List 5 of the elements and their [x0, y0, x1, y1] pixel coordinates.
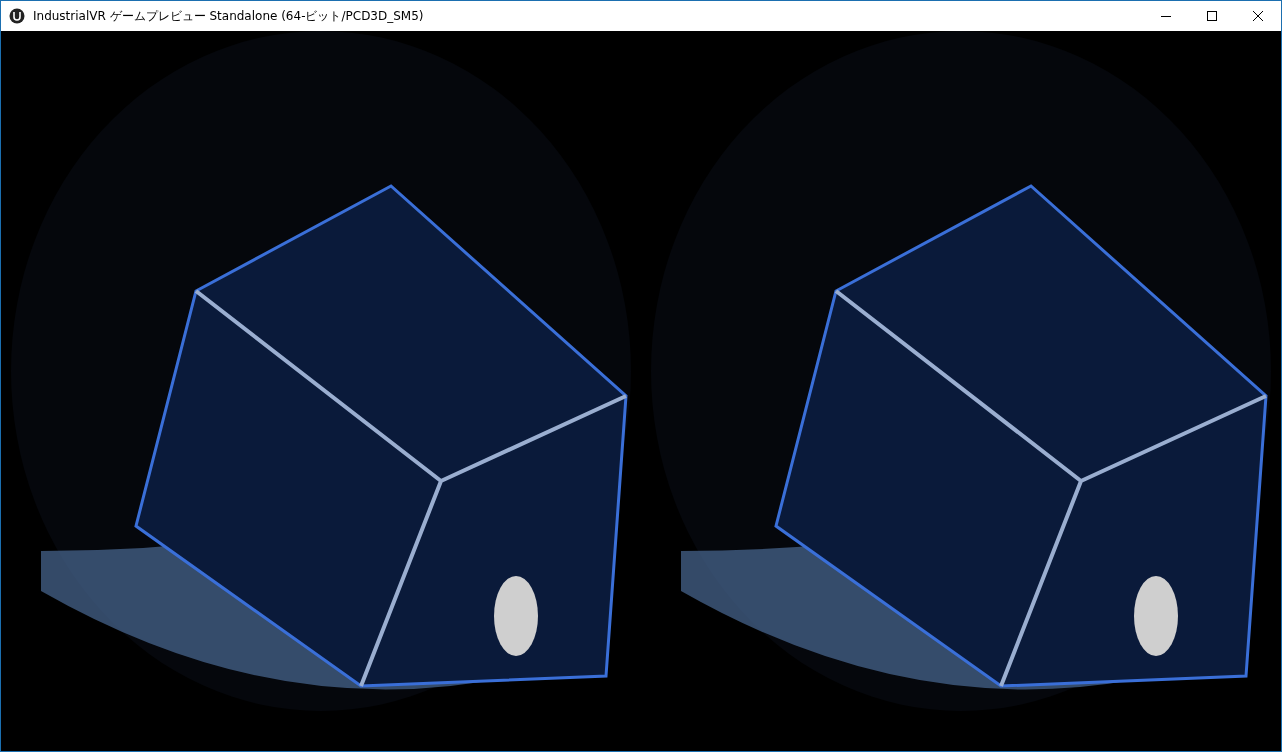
minimize-icon	[1161, 15, 1171, 17]
app-logo-icon	[9, 8, 25, 24]
window-title: IndustrialVR ゲームプレビュー Standalone (64-ビット/PCD3D_SM5)	[33, 7, 425, 25]
close-icon	[1253, 11, 1263, 21]
maximize-icon	[1207, 11, 1217, 21]
